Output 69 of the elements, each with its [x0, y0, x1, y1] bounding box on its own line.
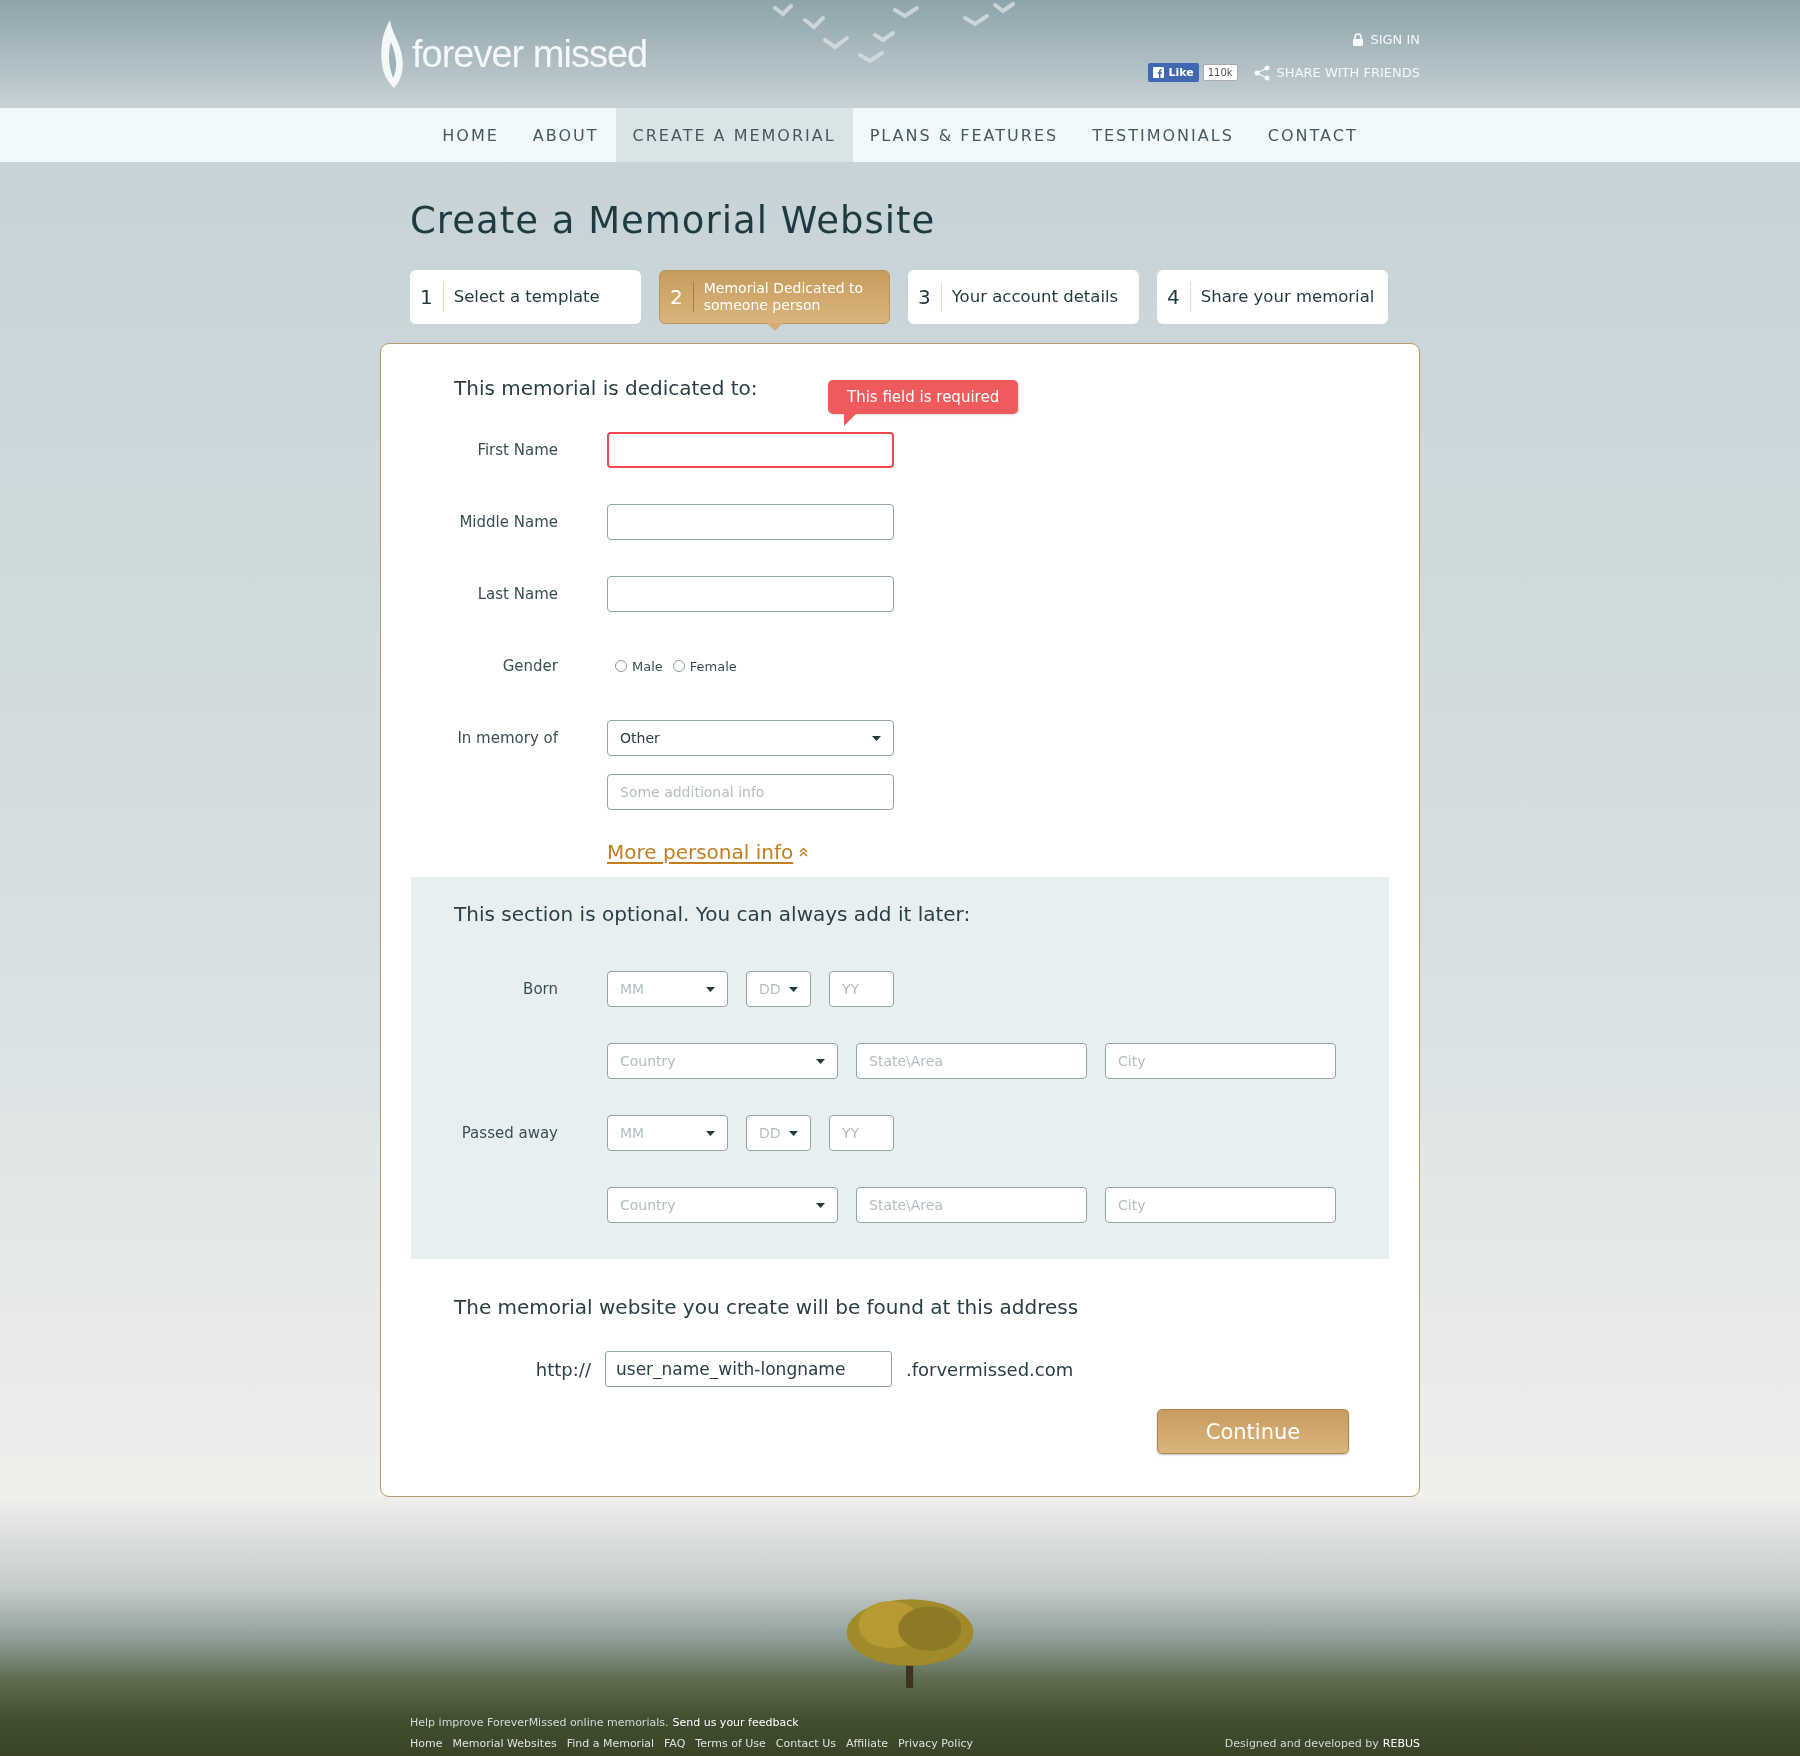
nav-link[interactable]: CONTACT: [1250, 108, 1375, 162]
caret-icon: [789, 986, 798, 992]
footer-link[interactable]: Affiliate: [845, 1737, 889, 1750]
tooltip-pointer-icon: [844, 414, 856, 426]
year-field[interactable]: YY: [829, 1115, 894, 1151]
city-field[interactable]: City: [1105, 1187, 1336, 1223]
like-button[interactable]: Like: [1148, 63, 1199, 82]
facebook-icon: [1153, 67, 1165, 78]
footer-link[interactable]: Home: [410, 1737, 443, 1750]
radio-option[interactable]: Male: [615, 658, 663, 674]
step-tab[interactable]: 1 Select a template: [410, 270, 641, 324]
caret-icon: [706, 1130, 715, 1136]
like-count: 110k: [1202, 64, 1238, 81]
nav-link[interactable]: HOME: [425, 108, 516, 162]
field-label: Born: [522, 979, 558, 1000]
footer-link[interactable]: FAQ: [664, 1737, 686, 1750]
text-field[interactable]: [607, 504, 894, 540]
caret-icon: [789, 1130, 798, 1136]
section-heading: This memorial is dedicated to:: [454, 375, 758, 402]
state-field[interactable]: State\Area: [856, 1187, 1087, 1223]
caret-icon: [816, 1202, 825, 1208]
field-label: In memory of: [456, 728, 558, 749]
chevron-up-icon: [799, 847, 809, 857]
caret-icon: [706, 986, 715, 992]
text-field[interactable]: [607, 576, 894, 612]
field-label: Passed away: [460, 1123, 558, 1144]
url-suffix: .forvermissed.com: [906, 1358, 1075, 1380]
credit-text: Designed and developed by: [1224, 1737, 1379, 1750]
nav-link[interactable]: TESTIMONIALS: [1075, 108, 1251, 162]
select-field[interactable]: Other: [607, 720, 894, 756]
footer-link[interactable]: Find a Memorial: [566, 1737, 654, 1750]
url-field[interactable]: user_name_with-longname: [605, 1351, 892, 1387]
radio-option[interactable]: Female: [672, 658, 737, 674]
footer-link[interactable]: Contact Us: [775, 1737, 836, 1750]
lock-icon: [1353, 33, 1364, 46]
caret-icon: [816, 1058, 825, 1064]
nav-link[interactable]: PLANS & FEATURES: [852, 108, 1076, 162]
step-pointer-icon: [766, 323, 783, 331]
state-field[interactable]: State\Area: [856, 1043, 1087, 1079]
caret-icon: [872, 735, 881, 741]
footer-link[interactable]: Terms of Use: [695, 1737, 766, 1750]
city-field[interactable]: City: [1105, 1043, 1336, 1079]
nav-link[interactable]: ABOUT: [515, 108, 616, 162]
nav-link[interactable]: CREATE A MEMORIAL: [615, 108, 853, 162]
flame-logo-icon: [380, 20, 404, 88]
footer-link[interactable]: Memorial Websites: [452, 1737, 557, 1750]
radio-button[interactable]: [672, 660, 685, 672]
field-label: First Name: [476, 440, 558, 461]
footer-link[interactable]: Privacy Policy: [898, 1737, 973, 1750]
radio-label: Male: [632, 658, 663, 674]
feedback-text: Help improve ForeverMissed online memorials.: [410, 1716, 669, 1729]
radio-button[interactable]: [615, 660, 627, 672]
radio-label: Female: [689, 658, 737, 674]
share-icon: [1253, 64, 1270, 81]
logo-text: forever missed: [412, 32, 648, 76]
step-tab[interactable]: 4 Share your memorial: [1157, 270, 1388, 324]
text-field[interactable]: Some additional info: [607, 774, 894, 810]
text-field[interactable]: [607, 432, 894, 468]
credit-link[interactable]: REBUS: [1382, 1737, 1420, 1750]
field-label: Gender: [501, 656, 558, 677]
year-field[interactable]: YY: [829, 971, 894, 1007]
section-heading: This section is optional. You can always add it later:: [454, 901, 971, 928]
url-prefix: http://: [534, 1358, 591, 1380]
field-label: Middle Name: [458, 512, 558, 533]
step-tab[interactable]: 3 Your account details: [908, 270, 1139, 324]
page-title: Create a Memorial Website: [410, 198, 937, 244]
feedback-link[interactable]: Send us your feedback: [672, 1716, 799, 1729]
section-heading: The memorial website you create will be found at this address: [454, 1294, 1079, 1321]
field-label: Last Name: [476, 584, 558, 605]
